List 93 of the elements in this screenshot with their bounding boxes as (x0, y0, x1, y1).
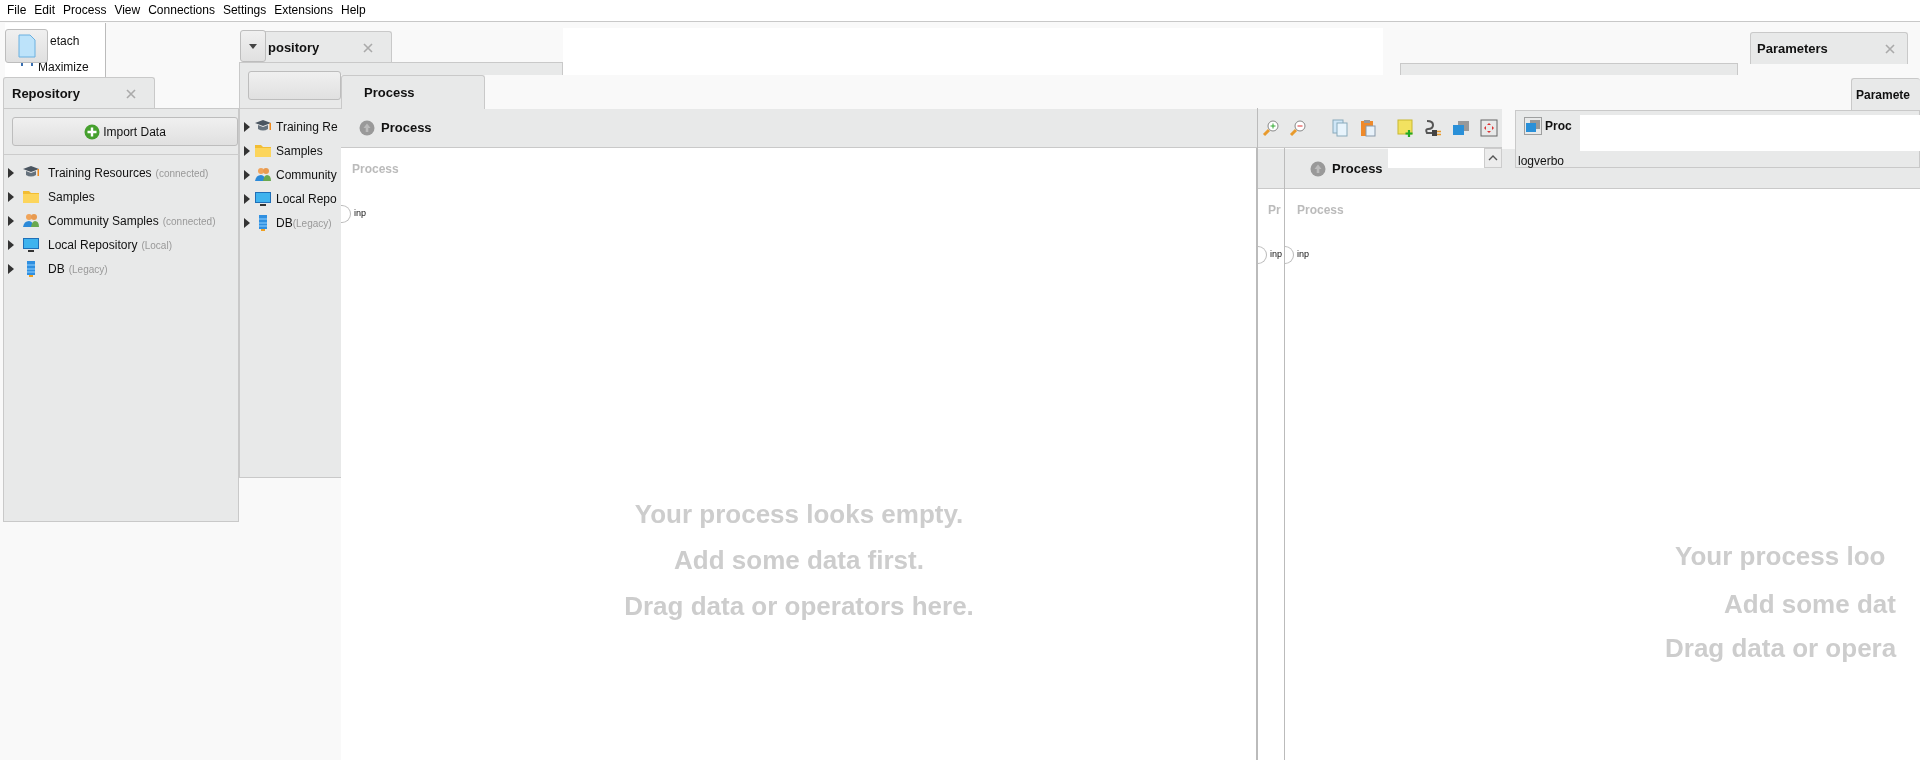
scroll-up-button[interactable] (1484, 148, 1502, 168)
canvas-label: Process (352, 161, 399, 178)
copy-icon[interactable] (1331, 119, 1349, 137)
menu-item[interactable]: etach (50, 32, 80, 50)
add-note-icon[interactable] (1397, 119, 1415, 137)
expand-arrow-icon[interactable] (8, 192, 14, 202)
repository-item[interactable]: Community Samples (connected) (8, 209, 216, 233)
port-label: inp (354, 207, 366, 221)
process-icon (1310, 160, 1326, 177)
plus-icon (84, 123, 101, 140)
panel-tab[interactable]: Process (341, 75, 485, 109)
operator-name: Proc (1545, 118, 1572, 135)
repository-status: (Local) (141, 238, 172, 253)
repository-item[interactable]: Training Resources (connected) (8, 161, 209, 185)
canvas-label: Process (1297, 202, 1344, 219)
repository-name: DB (276, 215, 293, 232)
document-icon (17, 34, 36, 58)
repository-status: (connected) (155, 166, 209, 181)
breadcrumb-label[interactable]: Process (1332, 158, 1383, 179)
repository-status: (Legacy) (68, 262, 108, 277)
menu-item[interactable]: Edit (30, 0, 60, 18)
expand-arrow-icon[interactable] (244, 122, 250, 132)
parameter-label: logverbo (1518, 153, 1565, 170)
people-icon (254, 166, 272, 184)
dropdown-button[interactable] (240, 30, 266, 62)
menu-item[interactable]: Process (59, 0, 111, 18)
monitor-icon (22, 236, 40, 254)
menu-item[interactable]: Settings (218, 0, 271, 18)
repository-name: Training Resources (48, 165, 152, 182)
expand-arrow-icon[interactable] (8, 240, 14, 250)
port-label: inp (1297, 248, 1309, 262)
expand-arrow-icon[interactable] (244, 218, 250, 228)
zoom-out-icon[interactable] (1289, 119, 1307, 137)
repository-status: (Legacy) (292, 216, 332, 231)
caret-icon (249, 43, 257, 49)
expand-arrow-icon[interactable] (244, 146, 250, 156)
repository-item[interactable]: Local Repository (Local) (8, 233, 172, 257)
close-icon[interactable] (1885, 43, 1895, 54)
close-icon[interactable] (126, 88, 136, 99)
tab-title: Parameters (1756, 39, 1828, 58)
paste-icon[interactable] (1359, 119, 1377, 137)
repository-name: Local Repository (48, 237, 138, 254)
repository-name: Samples (276, 143, 323, 160)
import-data-button[interactable] (248, 71, 341, 100)
panel-tab[interactable]: Repository (3, 77, 155, 109)
repository-item[interactable]: Samples (244, 139, 323, 163)
breadcrumb-label[interactable]: Process (381, 118, 432, 138)
repository-item[interactable]: Local Repo (244, 187, 337, 211)
repository-item[interactable]: DB(Legacy) (244, 211, 332, 235)
repository-item[interactable]: Training Re (244, 115, 338, 139)
port-label: inp (1270, 248, 1282, 262)
panel-tab[interactable]: Paramete (1851, 78, 1920, 110)
process-icon (359, 120, 375, 136)
operator-icon (1524, 117, 1542, 135)
repository-status: (connected) (162, 214, 216, 229)
layers-icon[interactable] (1452, 119, 1470, 137)
repository-name: Local Repo (276, 191, 337, 208)
close-icon[interactable] (363, 42, 373, 53)
menu-item[interactable]: Help (336, 0, 370, 18)
menu-item[interactable]: File (3, 0, 31, 18)
menu-item[interactable]: Maximize (38, 58, 89, 76)
import-data-button[interactable]: Import Data (12, 117, 238, 146)
repository-name: DB (48, 261, 65, 278)
repository-item[interactable]: Samples (8, 185, 95, 209)
folder-icon (254, 142, 272, 160)
monitor-icon (254, 190, 272, 208)
folder-icon (22, 188, 40, 206)
people-icon (22, 212, 40, 230)
plug-icon[interactable] (1424, 119, 1442, 137)
panel-tab[interactable]: Parameters (1750, 32, 1908, 64)
menu-item[interactable]: View (110, 0, 145, 18)
expand-arrow-icon[interactable] (8, 168, 14, 178)
search-field[interactable] (1388, 148, 1484, 168)
tab-title: pository (267, 38, 320, 57)
expand-arrow-icon[interactable] (244, 194, 250, 204)
repository-name: Community Samples (48, 213, 159, 230)
expand-arrow-icon[interactable] (8, 264, 14, 274)
repository-name: Training Re (276, 119, 338, 136)
zoom-in-icon[interactable] (1262, 119, 1280, 137)
menu-item[interactable]: Extensions (270, 0, 337, 18)
repository-name: Samples (48, 189, 95, 206)
repository-name: Community (276, 167, 337, 184)
caret-up-icon (1488, 155, 1498, 161)
document-button[interactable] (5, 29, 48, 63)
repository-item[interactable]: Community (244, 163, 337, 187)
repository-item[interactable]: DB (Legacy) (8, 257, 108, 281)
input-port[interactable] (341, 205, 351, 223)
canvas-label: Pr (1268, 202, 1281, 219)
menu-item[interactable]: Connections (144, 0, 219, 18)
expand-arrow-icon[interactable] (8, 216, 14, 226)
expand-arrow-icon[interactable] (244, 170, 250, 180)
fit-to-view-icon[interactable] (1480, 119, 1498, 137)
tab-title: Repository (11, 84, 80, 103)
